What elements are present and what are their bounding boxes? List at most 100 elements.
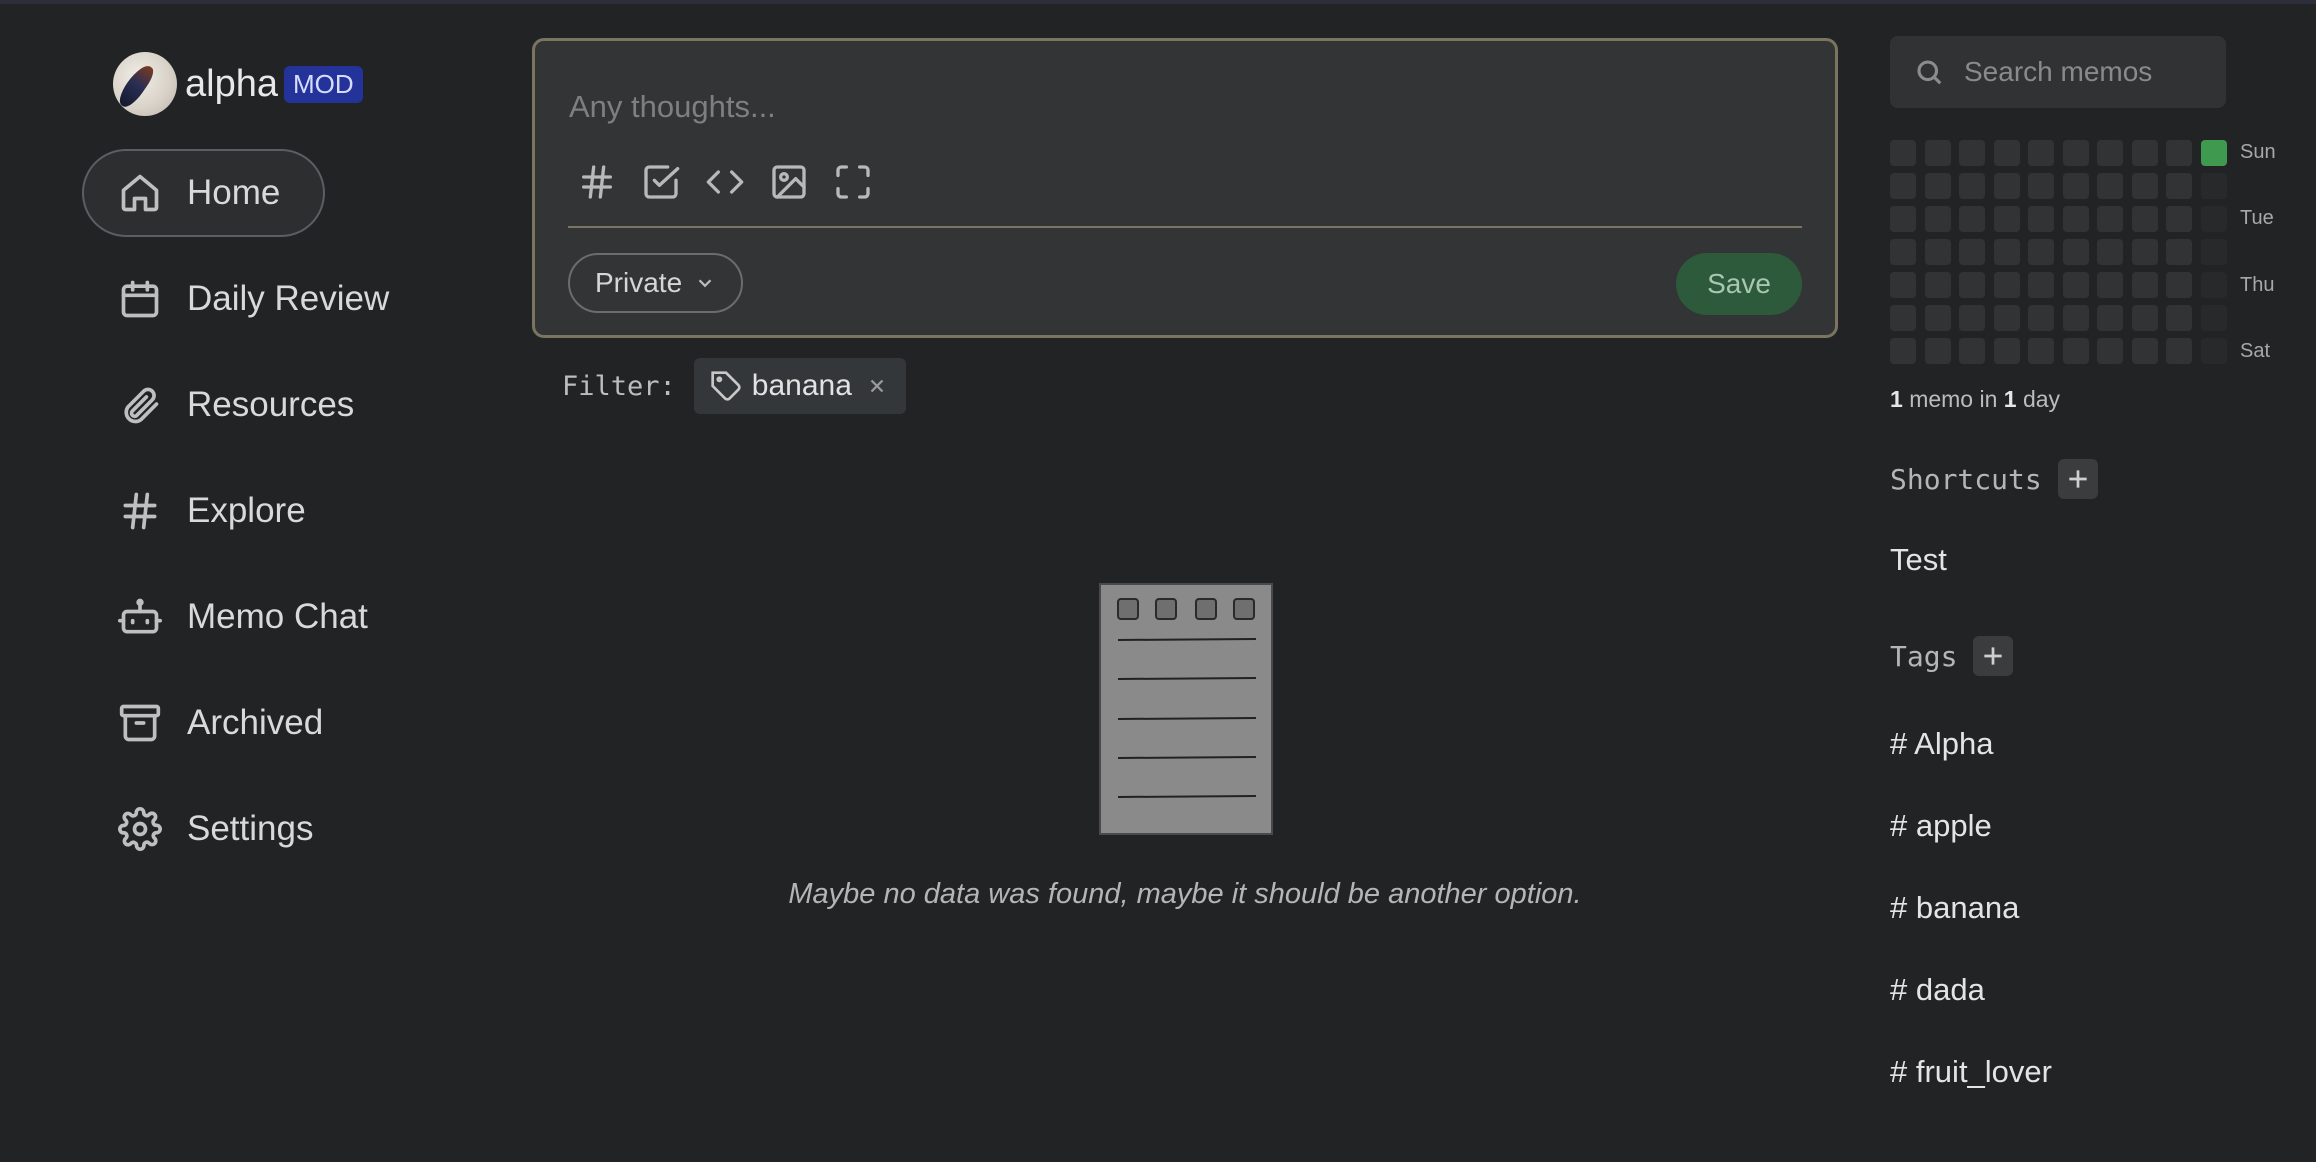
- heatmap-cell[interactable]: [2097, 206, 2123, 232]
- heatmap-cell[interactable]: [1959, 338, 1985, 364]
- heatmap-cell[interactable]: [1993, 338, 2020, 364]
- search-input[interactable]: [1962, 55, 2216, 89]
- heatmap-cell[interactable]: [2062, 305, 2089, 331]
- heatmap-cell[interactable]: [2097, 140, 2123, 166]
- heatmap-cell[interactable]: [1924, 173, 1951, 199]
- heatmap-cell[interactable]: [2166, 338, 2192, 364]
- visibility-select[interactable]: Private: [568, 253, 744, 313]
- heatmap-cell[interactable]: [1924, 272, 1951, 298]
- top-border: [0, 0, 2316, 4]
- sidebar-item-daily-review[interactable]: Daily Review: [82, 255, 442, 343]
- heatmap-cell[interactable]: [1924, 338, 1951, 364]
- heatmap-cell[interactable]: [2028, 239, 2054, 265]
- heatmap-cell[interactable]: [2131, 206, 2158, 232]
- tag-item[interactable]: # banana: [1890, 890, 2019, 926]
- heatmap-cell[interactable]: [2200, 305, 2227, 331]
- heatmap-cell[interactable]: [1890, 272, 1916, 298]
- heatmap-cell[interactable]: [1959, 140, 1985, 166]
- sidebar-item-explore[interactable]: Explore: [82, 467, 442, 555]
- heatmap-cell[interactable]: [2062, 173, 2089, 199]
- heatmap-cell[interactable]: [1993, 206, 2020, 232]
- heatmap-cell[interactable]: [1890, 206, 1916, 232]
- tag-item[interactable]: # dada: [1890, 972, 1985, 1008]
- heatmap-cell[interactable]: [1959, 239, 1985, 265]
- heatmap-cell[interactable]: [1924, 305, 1951, 331]
- heatmap-cell[interactable]: [2131, 140, 2158, 166]
- heatmap-cell[interactable]: [2097, 338, 2123, 364]
- heatmap-cell[interactable]: [2200, 173, 2227, 199]
- heatmap-cell[interactable]: [2131, 272, 2158, 298]
- heatmap-cell[interactable]: [1890, 305, 1916, 331]
- heatmap-cell[interactable]: [1959, 206, 1985, 232]
- heatmap-cell[interactable]: [2028, 140, 2054, 166]
- tag-item[interactable]: # Alpha: [1890, 726, 1993, 762]
- heatmap-cell[interactable]: [2166, 173, 2192, 199]
- heatmap-cell[interactable]: [2097, 272, 2123, 298]
- shortcut-item[interactable]: Test: [1890, 542, 1947, 578]
- heatmap-cell[interactable]: [2028, 338, 2054, 364]
- heatmap-cell[interactable]: [2062, 239, 2089, 265]
- sidebar-item-archived[interactable]: Archived: [82, 679, 442, 767]
- heatmap-cell[interactable]: [1924, 140, 1951, 166]
- heatmap-cell[interactable]: [1959, 173, 1985, 199]
- heatmap-cell[interactable]: [2166, 206, 2192, 232]
- heatmap-cell[interactable]: [2166, 140, 2192, 166]
- code-icon[interactable]: [703, 160, 747, 204]
- hash-icon[interactable]: [575, 160, 619, 204]
- heatmap-cell[interactable]: [1993, 239, 2020, 265]
- heatmap-cell[interactable]: [2200, 239, 2227, 265]
- heatmap-cell[interactable]: [2166, 305, 2192, 331]
- heatmap-cell[interactable]: [2131, 173, 2158, 199]
- heatmap-cell[interactable]: [2097, 239, 2123, 265]
- heatmap-cell[interactable]: [2097, 305, 2123, 331]
- close-icon[interactable]: [866, 375, 888, 397]
- heatmap-cell[interactable]: [2097, 173, 2123, 199]
- sidebar-nav: Home Daily Review Resources Explore Memo…: [82, 149, 462, 891]
- heatmap-cell[interactable]: [2062, 338, 2089, 364]
- heatmap-cell[interactable]: [2200, 206, 2227, 232]
- heatmap-cell[interactable]: [2131, 305, 2158, 331]
- heatmap-cell[interactable]: [2028, 206, 2054, 232]
- tag-item[interactable]: # apple: [1890, 808, 1992, 844]
- heatmap-cell[interactable]: [1993, 305, 2020, 331]
- heatmap-cell[interactable]: [2062, 140, 2089, 166]
- checkbox-icon[interactable]: [639, 160, 683, 204]
- fullscreen-icon[interactable]: [831, 160, 875, 204]
- user-profile[interactable]: alpha MOD: [113, 51, 363, 117]
- heatmap-cell[interactable]: [2200, 140, 2227, 166]
- heatmap-cell[interactable]: [1924, 206, 1951, 232]
- heatmap-cell[interactable]: [1890, 239, 1916, 265]
- heatmap-cell[interactable]: [1993, 140, 2020, 166]
- heatmap-cell[interactable]: [1890, 338, 1916, 364]
- heatmap-cell[interactable]: [2166, 272, 2192, 298]
- heatmap-cell[interactable]: [2200, 272, 2227, 298]
- heatmap-cell[interactable]: [2166, 239, 2192, 265]
- heatmap-cell[interactable]: [2028, 272, 2054, 298]
- tag-item[interactable]: # fruit_lover: [1890, 1054, 2052, 1090]
- sidebar-item-resources[interactable]: Resources: [82, 361, 442, 449]
- sidebar-item-memo-chat[interactable]: Memo Chat: [82, 573, 442, 661]
- heatmap-cell[interactable]: [2062, 206, 2089, 232]
- heatmap-cell[interactable]: [1890, 140, 1916, 166]
- heatmap-cell[interactable]: [1890, 173, 1916, 199]
- heatmap-cell[interactable]: [1959, 305, 1985, 331]
- heatmap-cell[interactable]: [2200, 338, 2227, 364]
- sidebar-item-settings[interactable]: Settings: [82, 785, 442, 873]
- add-tag-button[interactable]: [1973, 636, 2014, 676]
- add-shortcut-button[interactable]: [2057, 459, 2098, 499]
- sidebar-item-home[interactable]: Home: [82, 149, 325, 237]
- heatmap-cell[interactable]: [2131, 239, 2158, 265]
- heatmap-cell[interactable]: [2028, 305, 2054, 331]
- image-icon[interactable]: [767, 160, 811, 204]
- heatmap-cell[interactable]: [2062, 272, 2089, 298]
- filter-chip[interactable]: banana: [693, 358, 906, 414]
- memo-input[interactable]: Any thoughts...: [569, 89, 776, 125]
- save-button[interactable]: Save: [1676, 253, 1802, 315]
- search-box[interactable]: [1890, 36, 2226, 108]
- heatmap-cell[interactable]: [2028, 173, 2054, 199]
- heatmap-cell[interactable]: [2131, 338, 2158, 364]
- heatmap-cell[interactable]: [1924, 239, 1951, 265]
- heatmap-cell[interactable]: [1959, 272, 1985, 298]
- heatmap-cell[interactable]: [1993, 173, 2020, 199]
- heatmap-cell[interactable]: [1993, 272, 2020, 298]
